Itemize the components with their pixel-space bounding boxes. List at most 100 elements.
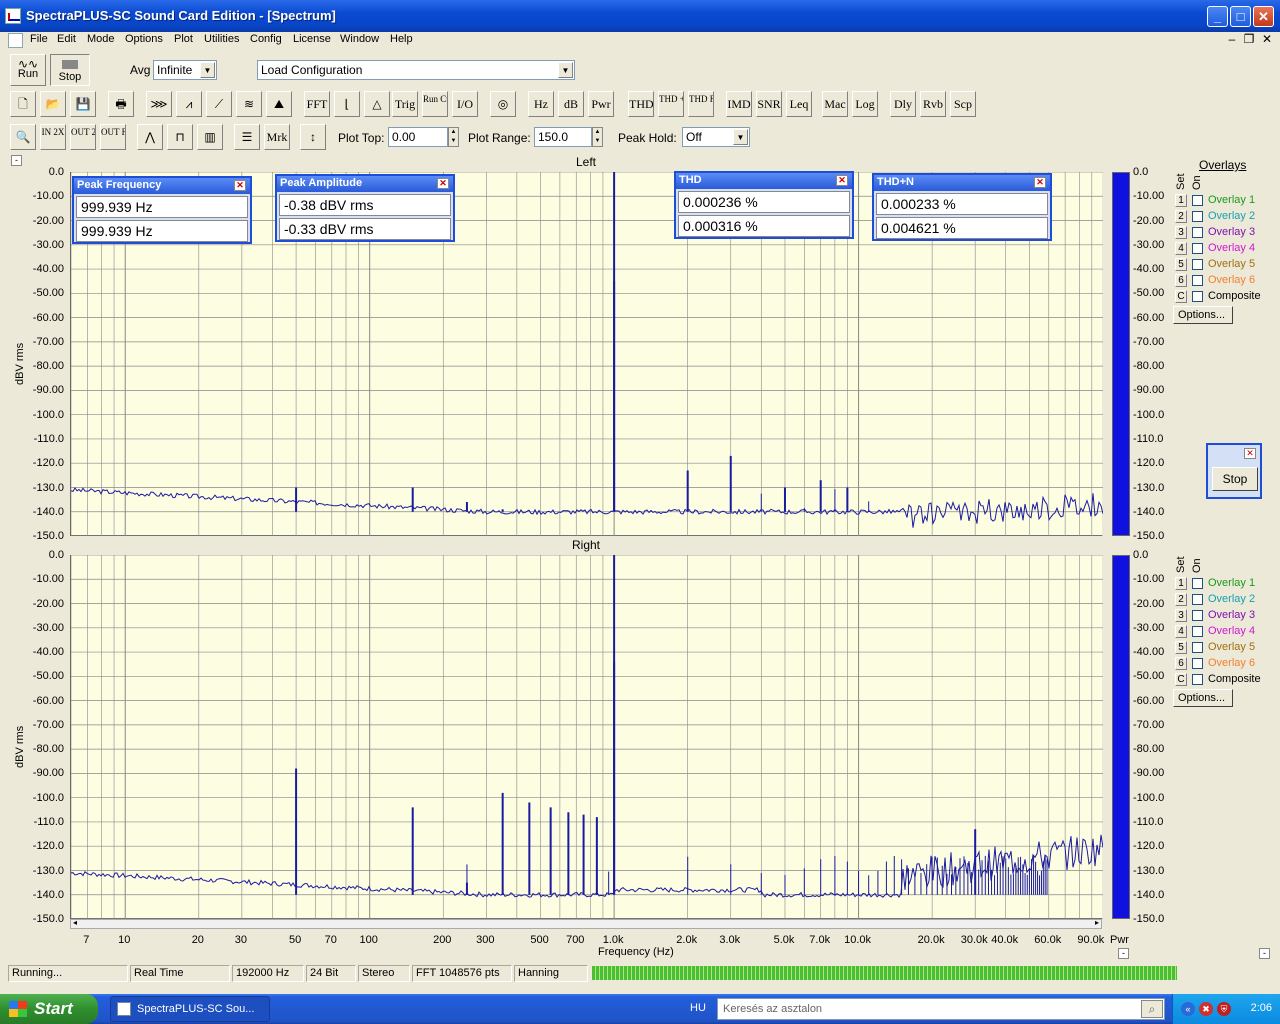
overlay-checkbox[interactable] bbox=[1192, 259, 1203, 270]
menu-edit[interactable]: Edit bbox=[57, 33, 76, 46]
overlay-set-button[interactable]: 3 bbox=[1175, 609, 1187, 622]
overlay-set-button[interactable]: C bbox=[1175, 290, 1187, 303]
thd-button[interactable]: THD bbox=[628, 91, 654, 117]
scope-icon[interactable]: ◎ bbox=[490, 91, 516, 117]
save-disk-icon[interactable]: 💾 bbox=[70, 91, 96, 117]
scroll-left-icon[interactable]: ◂ bbox=[73, 918, 77, 927]
dly-button[interactable]: Dly bbox=[890, 91, 916, 117]
arrow-icon[interactable]: « bbox=[1181, 1002, 1195, 1016]
overlay-set-button[interactable]: 4 bbox=[1175, 625, 1187, 638]
plot-range-spinner[interactable]: ▲ ▼ bbox=[592, 127, 603, 147]
list-icon[interactable]: ☰ bbox=[234, 124, 260, 150]
menu-help[interactable]: Help bbox=[390, 33, 413, 46]
waveform-icon[interactable]: ⩘ bbox=[176, 91, 202, 117]
filter-icon[interactable]: ⋙ bbox=[146, 91, 172, 117]
run-ctrl-button[interactable]: Run Ctrl bbox=[422, 91, 448, 117]
zoom-out-2x-button[interactable]: OUT 2X bbox=[70, 124, 96, 150]
db-button[interactable]: dB bbox=[558, 91, 584, 117]
overlay-checkbox[interactable] bbox=[1192, 211, 1203, 222]
minimize-button[interactable]: _ bbox=[1207, 6, 1228, 27]
taskbar-item-spectraplus[interactable]: SpectraPLUS-SC Sou... bbox=[110, 996, 270, 1022]
app-icon[interactable] bbox=[5, 8, 21, 24]
log-button[interactable]: Log bbox=[852, 91, 878, 117]
overlay-set-button[interactable]: C bbox=[1175, 673, 1187, 686]
menu-options[interactable]: Options bbox=[125, 33, 163, 46]
overlay-checkbox[interactable] bbox=[1192, 610, 1203, 621]
close-icon[interactable]: ✕ bbox=[234, 180, 246, 191]
marker-icon[interactable]: ⌊ bbox=[334, 91, 360, 117]
collapse-icon[interactable]: - bbox=[1259, 948, 1270, 959]
desktop-search-input[interactable]: Keresés az asztalon ⌕ bbox=[717, 998, 1165, 1020]
thdn-panel[interactable]: THD+N ✕ 0.000233 % 0.004621 % bbox=[872, 173, 1052, 241]
menu-config[interactable]: Config bbox=[250, 33, 282, 46]
overlay-checkbox[interactable] bbox=[1192, 275, 1203, 286]
scroll-right-icon[interactable]: ▸ bbox=[1095, 918, 1099, 927]
close-icon[interactable]: ✕ bbox=[1034, 177, 1046, 188]
close-icon[interactable]: ✕ bbox=[437, 178, 449, 189]
slope-icon[interactable]: ⟋ bbox=[206, 91, 232, 117]
leq-button[interactable]: Leq bbox=[786, 91, 812, 117]
menu-file[interactable]: File bbox=[30, 33, 48, 46]
run-button[interactable]: ∿∿ Run bbox=[10, 54, 46, 86]
float-stop-button[interactable]: Stop bbox=[1212, 467, 1258, 491]
menu-window[interactable]: Window bbox=[340, 33, 379, 46]
language-indicator[interactable]: HU bbox=[690, 1002, 706, 1014]
zoom-out-full-button[interactable]: OUT FULL bbox=[100, 124, 126, 150]
hz-button[interactable]: Hz bbox=[528, 91, 554, 117]
close-icon[interactable]: ✕ bbox=[1244, 448, 1256, 459]
i-o-button[interactable]: I/O bbox=[452, 91, 478, 117]
new-file-icon[interactable]: 🗋 bbox=[10, 91, 36, 117]
overlay-checkbox[interactable] bbox=[1192, 594, 1203, 605]
chevron-down-icon[interactable]: ▼ bbox=[733, 129, 748, 145]
plot-top-spinner[interactable]: ▲ ▼ bbox=[448, 127, 459, 147]
security-icon[interactable]: ⛨ bbox=[1217, 1002, 1231, 1016]
collapse-icon[interactable]: - bbox=[1118, 948, 1129, 959]
overlay-set-button[interactable]: 2 bbox=[1175, 593, 1187, 606]
peak-amplitude-panel[interactable]: Peak Amplitude ✕ -0.38 dBV rms -0.33 dBV … bbox=[275, 174, 455, 242]
fft-button[interactable]: FFT bbox=[304, 91, 330, 117]
overlay-checkbox[interactable] bbox=[1192, 227, 1203, 238]
thd-panel[interactable]: THD ✕ 0.000236 % 0.000316 % bbox=[674, 171, 854, 239]
line-graph-icon[interactable]: ⋀ bbox=[137, 124, 163, 150]
menu-plot[interactable]: Plot bbox=[174, 33, 193, 46]
overlay-set-button[interactable]: 6 bbox=[1175, 274, 1187, 287]
triangle-icon[interactable]: △ bbox=[364, 91, 390, 117]
print-icon[interactable]: 🖶 bbox=[108, 91, 134, 117]
overlay-options-button[interactable]: Options... bbox=[1173, 689, 1233, 707]
thd-freq-button[interactable]: THD Freq bbox=[688, 91, 714, 117]
menu-license[interactable]: License bbox=[293, 33, 331, 46]
overlay-checkbox[interactable] bbox=[1192, 243, 1203, 254]
imd-button[interactable]: IMD bbox=[726, 91, 752, 117]
close-button[interactable]: ✕ bbox=[1253, 6, 1274, 27]
peak-hold-select[interactable]: Off ▼ bbox=[682, 127, 750, 147]
close-icon[interactable]: ✕ bbox=[836, 175, 848, 186]
rvb-button[interactable]: Rvb bbox=[920, 91, 946, 117]
config-select[interactable]: Load Configuration ▼ bbox=[257, 60, 575, 80]
zoom-in-2x-button[interactable]: IN 2X bbox=[40, 124, 66, 150]
menu-utilities[interactable]: Utilities bbox=[204, 33, 239, 46]
chart3d-icon[interactable]: ⛰ bbox=[266, 91, 292, 117]
mdi-minimize-button[interactable]: – bbox=[1225, 33, 1239, 46]
collapse-icon[interactable]: - bbox=[11, 155, 22, 166]
document-icon[interactable] bbox=[8, 33, 23, 48]
maximize-button[interactable]: □ bbox=[1230, 6, 1251, 27]
step-graph-icon[interactable]: ⊓ bbox=[167, 124, 193, 150]
chevron-down-icon[interactable]: ▼ bbox=[558, 62, 573, 78]
trig-button[interactable]: Trig bbox=[392, 91, 418, 117]
plot-range-input[interactable]: 150.0 bbox=[534, 127, 592, 147]
overlay-set-button[interactable]: 5 bbox=[1175, 258, 1187, 271]
shield-icon[interactable]: ✖ bbox=[1199, 1002, 1213, 1016]
overlay-set-button[interactable]: 2 bbox=[1175, 210, 1187, 223]
overlay-checkbox[interactable] bbox=[1192, 626, 1203, 637]
overlay-set-button[interactable]: 1 bbox=[1175, 577, 1187, 590]
menu-mode[interactable]: Mode bbox=[87, 33, 115, 46]
mdi-close-button[interactable]: ✕ bbox=[1260, 33, 1274, 46]
overlay-set-button[interactable]: 4 bbox=[1175, 242, 1187, 255]
overlay-set-button[interactable]: 3 bbox=[1175, 226, 1187, 239]
overlay-set-button[interactable]: 5 bbox=[1175, 641, 1187, 654]
overlay-options-button[interactable]: Options... bbox=[1173, 306, 1233, 324]
start-button[interactable]: Start bbox=[0, 994, 98, 1024]
overlay-set-button[interactable]: 6 bbox=[1175, 657, 1187, 670]
peak-frequency-panel[interactable]: Peak Frequency ✕ 999.939 Hz 999.939 Hz bbox=[72, 176, 252, 244]
marker-button[interactable]: Mrk bbox=[264, 124, 290, 150]
